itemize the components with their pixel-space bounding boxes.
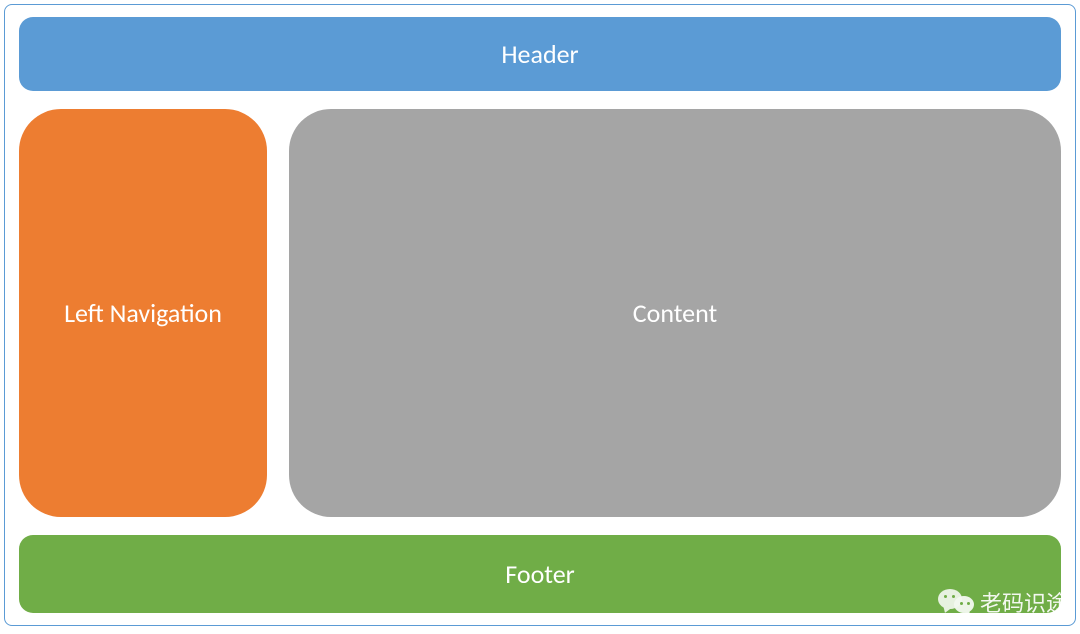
header-region: Header [19,17,1061,91]
watermark-text: 老码识途 [980,586,1068,618]
middle-row: Left Navigation Content [19,109,1061,517]
wechat-icon [938,587,974,617]
content-region: Content [289,109,1061,517]
header-label: Header [501,38,578,70]
left-navigation-region: Left Navigation [19,109,267,517]
watermark: 老码识途 [938,586,1068,618]
layout-container: Header Left Navigation Content Footer [4,4,1076,626]
left-nav-label: Left Navigation [64,297,222,329]
footer-region: Footer [19,535,1061,613]
content-label: Content [633,297,718,329]
footer-label: Footer [505,558,574,590]
